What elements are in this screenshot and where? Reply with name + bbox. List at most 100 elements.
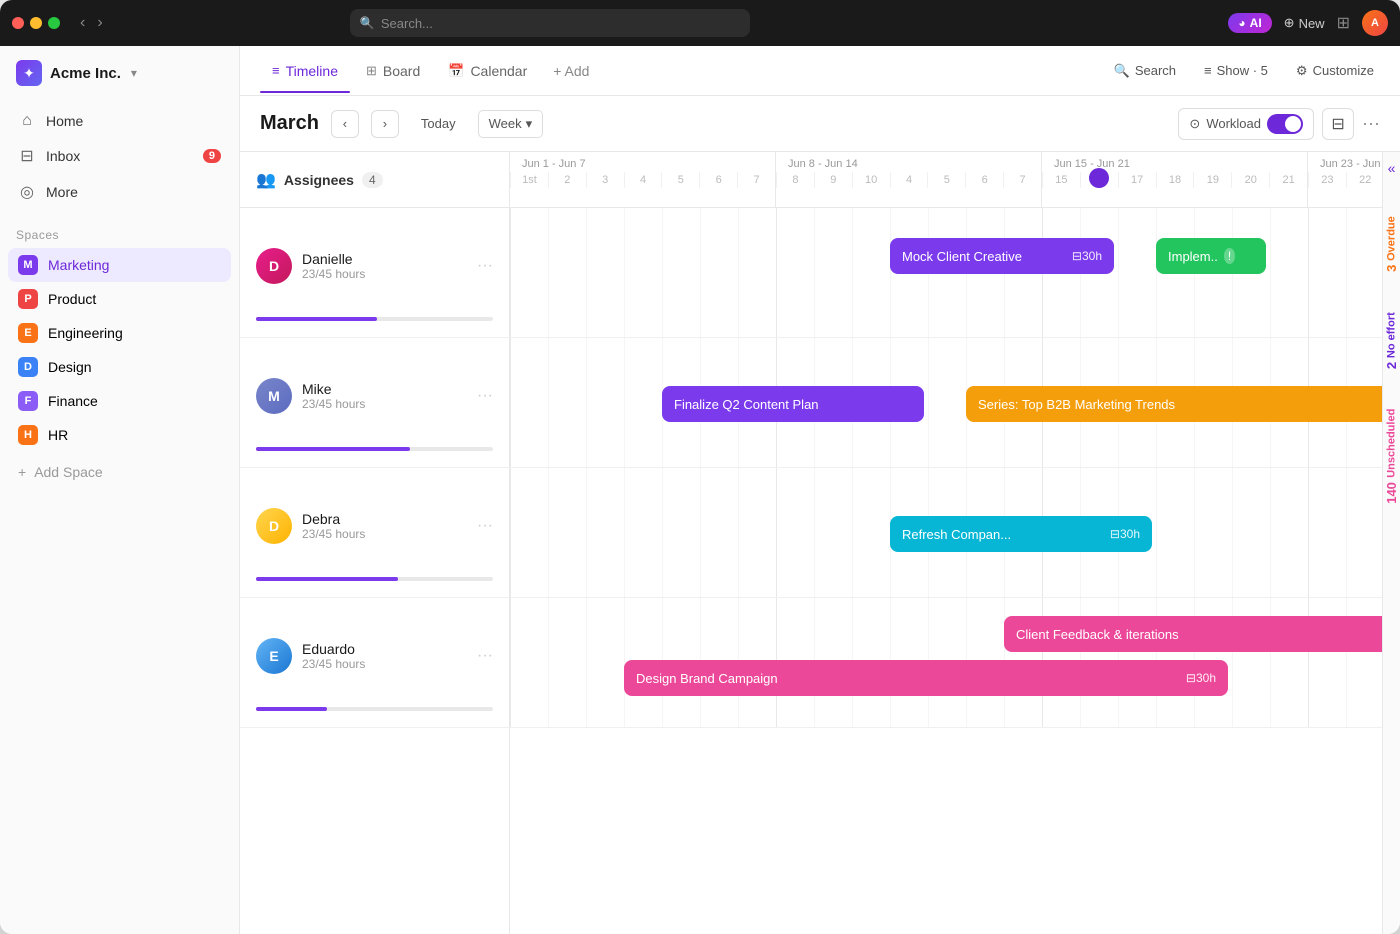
week-group: Jun 15 - Jun 2115161718192021: [1042, 152, 1308, 207]
grid-col: [776, 468, 814, 597]
tab-timeline[interactable]: ≡ Timeline: [260, 57, 350, 85]
more-options-button[interactable]: ···: [1362, 113, 1380, 134]
search-toolbar-button[interactable]: 🔍 Search: [1108, 59, 1182, 83]
app-window: ‹ › 🔍 Search... ◕ AI ⊕ New ⊞ A ✦: [0, 0, 1400, 934]
user-avatar[interactable]: A: [1362, 10, 1388, 36]
grid-col: [776, 208, 814, 337]
task-bar[interactable]: Refresh Compan...⊟30h: [890, 516, 1152, 552]
add-view-button[interactable]: + Add: [543, 57, 599, 85]
space-item-design[interactable]: D Design: [8, 350, 231, 384]
inbox-icon: ⊟: [18, 146, 36, 166]
ai-button[interactable]: ◕ AI: [1228, 13, 1271, 33]
assignee-name: Eduardo: [302, 641, 467, 657]
week-label: Jun 23 - Jun 28: [1308, 152, 1382, 172]
grid-col: [928, 338, 966, 467]
engineering-label: Engineering: [48, 325, 123, 341]
task-bar[interactable]: Mock Client Creative⊟30h: [890, 238, 1114, 274]
grid-col: [700, 208, 738, 337]
unscheduled-stat[interactable]: 140 Unscheduled: [1384, 409, 1399, 504]
gantt-row: Mock Client Creative⊟30h Implem..!: [510, 208, 1382, 338]
finance-dot: F: [18, 391, 38, 411]
task-hours: ⊟30h: [1110, 527, 1140, 541]
plus-icon: +: [18, 464, 26, 480]
task-bar[interactable]: Series: Top B2B Marketing Trends: [966, 386, 1382, 422]
company-header[interactable]: ✦ Acme Inc. ▾: [0, 46, 239, 100]
grid-col: [1194, 468, 1232, 597]
assignee-row: E Eduardo 23/45 hours ···: [240, 598, 509, 728]
add-space-button[interactable]: + Add Space: [0, 456, 239, 488]
space-item-finance[interactable]: F Finance: [8, 384, 231, 418]
space-item-engineering[interactable]: E Engineering: [8, 316, 231, 350]
calendar-icon: 📅: [448, 63, 464, 79]
assignee-menu-icon[interactable]: ···: [477, 387, 493, 405]
gantt-row: Client Feedback & iterations Design Brand…: [510, 598, 1382, 728]
progress-bar-bg: [256, 707, 493, 711]
filter-button[interactable]: ⊟: [1322, 108, 1354, 140]
workload-label: Workload: [1206, 116, 1261, 131]
day-cells: 1st234567: [510, 172, 775, 188]
gantt-row: Finalize Q2 Content Plan Series: Top B2B …: [510, 338, 1382, 468]
today-button[interactable]: Today: [411, 111, 466, 136]
minimize-button[interactable]: [30, 17, 42, 29]
new-button[interactable]: ⊕ New: [1284, 15, 1325, 31]
tabs-toolbar: 🔍 Search ≡ Show · 5 ⚙ Customize: [1108, 59, 1380, 83]
task-label: Finalize Q2 Content Plan: [674, 397, 819, 412]
grid-col: [510, 468, 548, 597]
hr-dot: H: [18, 425, 38, 445]
global-search-bar[interactable]: 🔍 Search...: [350, 9, 750, 37]
assignee-details: Eduardo 23/45 hours: [302, 641, 467, 671]
sidebar-item-more[interactable]: ◎ More: [8, 174, 231, 210]
close-button[interactable]: [12, 17, 24, 29]
sidebar-item-home[interactable]: ⌂ Home: [8, 104, 231, 138]
noeffort-stat[interactable]: 2 No effort: [1384, 312, 1399, 369]
prev-arrow[interactable]: ‹: [331, 110, 359, 138]
grid-col: [548, 598, 586, 727]
overdue-count: 3: [1384, 265, 1399, 272]
timeline-body: 👥 Assignees 4 D Danielle 23/45 hours ·: [240, 152, 1400, 934]
show-button[interactable]: ≡ Show · 5: [1198, 59, 1274, 82]
workload-toggle[interactable]: [1267, 114, 1303, 134]
tab-calendar[interactable]: 📅 Calendar: [436, 57, 539, 85]
gantt-rows: Mock Client Creative⊟30h Implem..! Finaliz…: [510, 208, 1382, 728]
grid-icon[interactable]: ⊞: [1337, 13, 1350, 33]
maximize-button[interactable]: [48, 17, 60, 29]
today-label: Today: [421, 116, 456, 131]
overdue-stat[interactable]: 3 Overdue: [1384, 216, 1399, 272]
week-selector[interactable]: Week ▾: [478, 110, 544, 138]
week-group: Jun 1 - Jun 71st234567: [510, 152, 776, 207]
task-bar[interactable]: Client Feedback & iterations: [1004, 616, 1382, 652]
forward-button[interactable]: ›: [93, 12, 106, 34]
workload-button[interactable]: ⊙ Workload: [1178, 108, 1314, 140]
assignee-menu-icon[interactable]: ···: [477, 257, 493, 275]
day-cell: 20: [1231, 172, 1269, 188]
product-dot: P: [18, 289, 38, 309]
space-item-hr[interactable]: H HR: [8, 418, 231, 452]
next-arrow[interactable]: ›: [371, 110, 399, 138]
timeline-label: Timeline: [286, 63, 338, 79]
view-tabs: ≡ Timeline ⊞ Board 📅 Calendar + Add 🔍: [240, 46, 1400, 96]
title-bar: ‹ › 🔍 Search... ◕ AI ⊕ New ⊞ A: [0, 0, 1400, 46]
day-cells: 232223242526: [1308, 172, 1382, 188]
assignee-menu-icon[interactable]: ···: [477, 647, 493, 665]
sidebar-item-inbox[interactable]: ⊟ Inbox 9: [8, 138, 231, 174]
grid-col: [586, 468, 624, 597]
tab-board[interactable]: ⊞ Board: [354, 57, 432, 85]
task-bar[interactable]: Finalize Q2 Content Plan: [662, 386, 924, 422]
collapse-icon[interactable]: «: [1388, 160, 1396, 176]
space-item-marketing[interactable]: M Marketing: [8, 248, 231, 282]
assignee-details: Debra 23/45 hours: [302, 511, 467, 541]
customize-label: Customize: [1313, 63, 1374, 78]
home-icon: ⌂: [18, 112, 36, 130]
day-cell: 18: [1156, 172, 1194, 188]
space-item-product[interactable]: P Product: [8, 282, 231, 316]
settings-icon: ⚙: [1296, 63, 1308, 79]
back-button[interactable]: ‹: [76, 12, 89, 34]
task-bar[interactable]: Design Brand Campaign⊟30h: [624, 660, 1228, 696]
task-bar[interactable]: Implem..!: [1156, 238, 1266, 274]
sidebar: ✦ Acme Inc. ▾ ⌂ Home ⊟ Inbox 9 ◎ More: [0, 46, 240, 934]
plus-icon: ⊕: [1284, 15, 1295, 31]
assignees-header: 👥 Assignees 4: [240, 152, 509, 208]
assignee-menu-icon[interactable]: ···: [477, 517, 493, 535]
customize-button[interactable]: ⚙ Customize: [1290, 59, 1380, 83]
week-group: Jun 23 - Jun 28232223242526: [1308, 152, 1382, 207]
